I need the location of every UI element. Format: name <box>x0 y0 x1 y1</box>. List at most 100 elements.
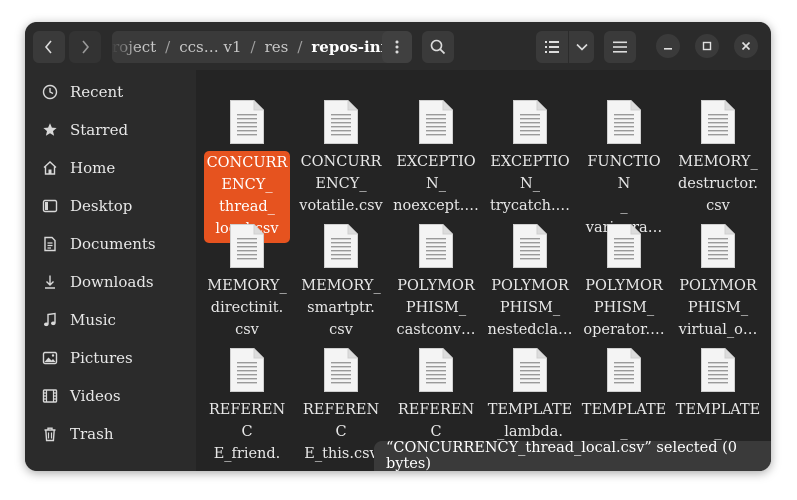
document-icon <box>419 224 453 268</box>
sidebar-item-label: Recent <box>70 83 124 101</box>
path-separator: / <box>165 38 171 56</box>
document-icon <box>230 100 264 144</box>
sidebar-item-desktop[interactable]: Desktop <box>33 188 193 224</box>
search-icon <box>430 39 446 55</box>
file-name: REFERENCE_friend.csv <box>204 399 290 471</box>
sidebar-item-starred[interactable]: Starred <box>33 112 193 148</box>
document-icon <box>701 224 735 268</box>
file-name: EXCEPTIO N_ trycatch.… <box>487 151 573 217</box>
star-icon <box>40 120 60 140</box>
path-segment[interactable]: ccs… v1 <box>179 38 241 56</box>
sidebar-item-label: Documents <box>70 235 156 253</box>
chevron-right-icon <box>82 40 90 54</box>
search-button[interactable] <box>422 31 454 63</box>
document-icon <box>230 348 264 392</box>
sidebar-item-pictures[interactable]: Pictures <box>33 340 193 376</box>
close-button[interactable] <box>734 34 758 58</box>
file-name-line: virtual_o… <box>678 322 758 338</box>
file-name-line: PHISM_ <box>593 300 655 316</box>
videos-icon <box>40 386 60 406</box>
trash-icon <box>40 424 60 444</box>
file-name: POLYMOR PHISM_ castconv… <box>393 275 479 341</box>
file-icon-wrapper <box>323 347 359 393</box>
document-icon <box>701 348 735 392</box>
file-icon-wrapper <box>512 223 548 269</box>
file-name-line: ENCY_ <box>221 177 273 193</box>
file-icon-wrapper <box>418 223 454 269</box>
file-item[interactable]: POLYMOR PHISM_ virtual_o… <box>671 223 765 341</box>
file-item[interactable]: CONCURRENCY_thread_local.csv <box>200 99 294 243</box>
sidebar: Recent Starred Home Desktop Documents Do… <box>25 70 196 471</box>
file-item[interactable]: POLYMOR PHISM_ castconv… <box>389 223 483 341</box>
file-item[interactable]: MEMORY_ destructor. csv <box>671 99 765 217</box>
sidebar-item-label: Starred <box>70 121 129 139</box>
minimize-button[interactable] <box>656 34 680 58</box>
status-bar: “CONCURRENCY_thread_local.csv” selected … <box>374 440 771 471</box>
file-name: POLYMOR PHISM_ nestedcla… <box>487 275 573 341</box>
file-item[interactable]: CONCURR ENCY_ votatile.csv <box>294 99 388 217</box>
sidebar-item-label: Desktop <box>70 197 133 215</box>
file-item[interactable]: REFERENCE_friend.csv <box>200 347 294 471</box>
back-button[interactable] <box>33 31 65 63</box>
path-bar[interactable]: roject / ccs… v1 / res / repos-info <box>112 31 412 63</box>
sidebar-item-trash[interactable]: Trash <box>33 416 193 452</box>
view-options-button[interactable] <box>569 31 594 63</box>
maximize-button[interactable] <box>695 34 719 58</box>
file-icon-wrapper <box>229 223 265 269</box>
file-name-line: MEMORY_ <box>301 278 381 294</box>
forward-button[interactable] <box>69 31 101 63</box>
file-icon-wrapper <box>700 347 736 393</box>
file-name-line: FUNCTION <box>587 154 661 192</box>
path-separator: / <box>250 38 256 56</box>
file-item[interactable]: EXCEPTIO N_ noexcept.… <box>389 99 483 217</box>
file-name-line: csv <box>329 322 353 338</box>
file-name-line: TEMPLATE <box>487 402 573 418</box>
sidebar-item-home[interactable]: Home <box>33 150 193 186</box>
sidebar-item-label: Home <box>70 159 116 177</box>
file-name-line: CONCURR <box>300 154 382 170</box>
sidebar-item-recent[interactable]: Recent <box>33 74 193 110</box>
document-icon <box>324 224 358 268</box>
file-name-line: REFERENC <box>397 402 475 440</box>
file-name-line: noexcept.… <box>393 198 479 214</box>
file-icon-wrapper <box>229 99 265 145</box>
document-icon <box>513 100 547 144</box>
file-name-line: thread_ <box>219 199 275 215</box>
desktop-icon <box>40 196 60 216</box>
path-menu-button[interactable] <box>382 31 412 63</box>
chevron-down-icon <box>575 43 588 51</box>
file-name: MEMORY_ directinit. csv <box>204 275 290 341</box>
close-icon <box>741 41 751 51</box>
file-name-line: MEMORY_ <box>678 154 758 170</box>
sidebar-item-label: Pictures <box>70 349 133 367</box>
document-icon <box>324 348 358 392</box>
file-item[interactable]: MEMORY_ directinit. csv <box>200 223 294 341</box>
main-menu-button[interactable] <box>604 31 636 63</box>
file-icon-wrapper <box>606 347 642 393</box>
path-segment[interactable]: res <box>265 38 289 56</box>
file-name: MEMORY_ smartptr. csv <box>298 275 384 341</box>
file-item[interactable]: MEMORY_ smartptr. csv <box>294 223 388 341</box>
sidebar-item-downloads[interactable]: Downloads <box>33 264 193 300</box>
file-item[interactable]: POLYMOR PHISM_ nestedcla… <box>483 223 577 341</box>
file-name-line: POLYMOR <box>679 278 757 294</box>
file-item[interactable]: FUNCTION_varipara… <box>577 99 671 239</box>
file-item[interactable]: POLYMOR PHISM_ operator.… <box>577 223 671 341</box>
sidebar-item-documents[interactable]: Documents <box>33 226 193 262</box>
view-list-button[interactable] <box>536 31 568 63</box>
file-icon-wrapper <box>512 347 548 393</box>
minimize-icon <box>664 48 672 50</box>
clock-icon <box>40 82 60 102</box>
file-icon-wrapper <box>323 223 359 269</box>
sidebar-item-videos[interactable]: Videos <box>33 378 193 414</box>
file-item[interactable]: EXCEPTIO N_ trycatch.… <box>483 99 577 217</box>
file-icon-wrapper <box>606 223 642 269</box>
pictures-icon <box>40 348 60 368</box>
file-name-line: csv <box>235 322 259 338</box>
file-name-line: nestedcla… <box>487 322 573 338</box>
document-icon <box>513 348 547 392</box>
sidebar-item-label: Trash <box>70 425 114 443</box>
status-text: “CONCURRENCY_thread_local.csv” selected … <box>386 440 737 471</box>
sidebar-item-music[interactable]: Music <box>33 302 193 338</box>
list-view-icon <box>545 41 559 53</box>
